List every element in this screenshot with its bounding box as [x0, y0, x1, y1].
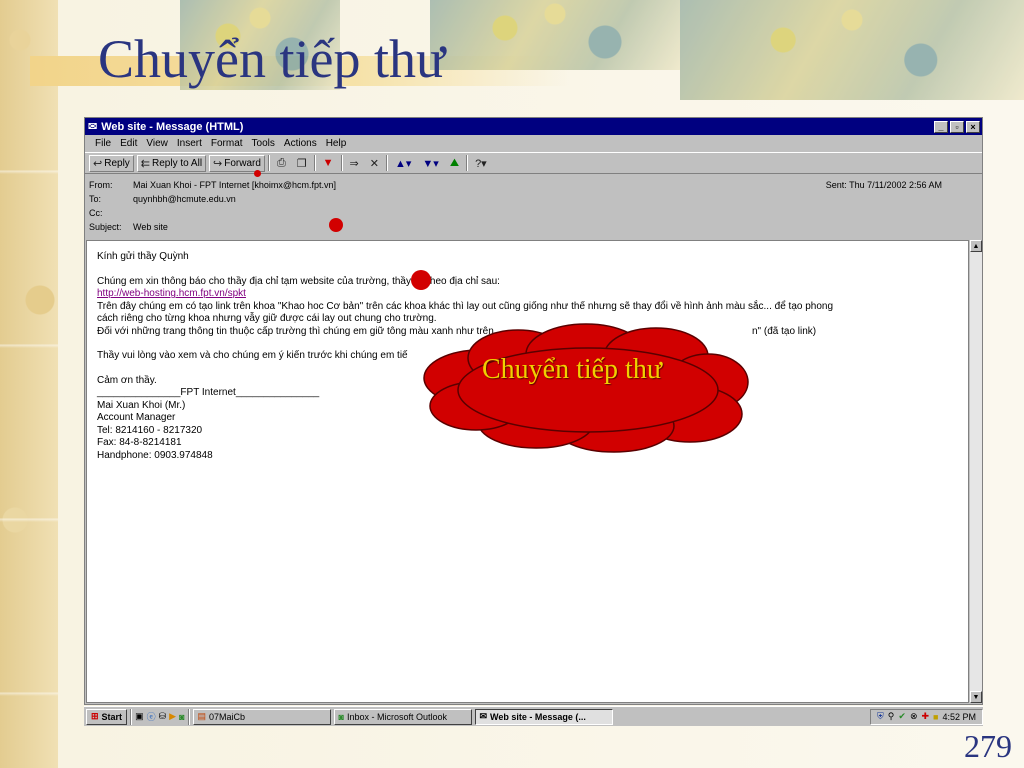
annotation-dot	[329, 218, 343, 232]
message-body[interactable]: Kính gửi thầy Quỳnh Chúng em xin thông b…	[86, 240, 969, 703]
task-07maicb[interactable]: ▤ 07MaiCb	[192, 708, 331, 725]
from-value: Mai Xuan Khoi - FPT Internet [khoimx@hcm…	[133, 180, 337, 190]
vertical-scrollbar[interactable]: ▲ ▼	[969, 240, 982, 703]
to-value: quynhbh@hcmute.edu.vn	[133, 194, 236, 204]
website-link[interactable]: http://web-hosting.hcm.fpt.vn/spkt	[97, 288, 958, 301]
forward-button[interactable]: ↪ Forward	[209, 154, 265, 172]
quick-launch-ie-icon[interactable]: ⓔ	[147, 710, 156, 723]
reply-all-button[interactable]: ⇇ Reply to All	[136, 154, 207, 172]
callout-cloud: Chuyển tiếp thư	[418, 322, 756, 454]
scroll-up-arrow[interactable]: ▲	[970, 240, 982, 252]
minimize-button[interactable]: _	[934, 120, 948, 133]
window-title: Web site - Message (HTML)	[101, 120, 244, 133]
window-titlebar[interactable]: ✉ Web site - Message (HTML) _ ▫ ×	[85, 118, 982, 135]
windows-taskbar: ⊞ Start ▣ ⓔ ⛁ ▶ ◙ ▤ 07MaiCb ◙ Inbox - Mi…	[84, 706, 983, 726]
down-arrow-icon: ▼▾	[422, 157, 439, 170]
subject-value: Web site	[133, 222, 168, 232]
reply-icon: ↩	[93, 157, 103, 170]
flower-decoration	[430, 0, 680, 70]
cloud-shape	[423, 323, 749, 453]
system-tray: ⛨ ⚲ ✔ ⊗ ✚ ■ 4:52 PM	[870, 708, 983, 725]
move-to-folder-button[interactable]: ⇒	[346, 155, 363, 172]
help-icon: ?▾	[475, 157, 487, 170]
antivirus-icon[interactable]: ⛨	[877, 711, 884, 722]
greeting: Kính gửi thầy Quỳnh	[97, 251, 189, 262]
address-book-icon: ⛰	[449, 156, 460, 169]
tray-app-icon[interactable]: ■	[933, 712, 938, 722]
reply-button[interactable]: ↩ Reply	[89, 154, 134, 172]
maximize-button[interactable]: ▫	[950, 120, 964, 133]
subject-label: Subject:	[89, 222, 122, 232]
toolbar: ↩ Reply ⇇ Reply to All ↪ Forward ⎙ ❐ ▼ ⇒…	[85, 152, 982, 174]
cc-label: Cc:	[89, 208, 103, 218]
toolbar-separator	[466, 155, 469, 171]
delete-icon: ✕	[369, 157, 379, 170]
menu-actions[interactable]: Actions	[284, 138, 317, 149]
toolbar-separator	[313, 155, 316, 171]
from-label: From:	[89, 180, 113, 190]
callout-text: Chuyển tiếp thư	[481, 354, 663, 385]
network-icon[interactable]: ⚲	[888, 711, 895, 722]
up-arrow-icon: ▲▾	[394, 157, 412, 170]
envelope-icon: ✉	[479, 711, 488, 721]
next-item-button[interactable]: ▼▾	[418, 155, 442, 172]
previous-item-button[interactable]: ▲▾	[391, 155, 415, 172]
copy-button[interactable]: ❐	[293, 155, 311, 172]
menu-format[interactable]: Format	[211, 138, 243, 149]
menu-tools[interactable]: Tools	[252, 138, 275, 149]
close-button[interactable]: ×	[966, 120, 980, 133]
printer-icon: ⎙	[276, 156, 286, 169]
flag-button[interactable]: ▼	[319, 155, 338, 171]
toolbar-separator	[340, 155, 343, 171]
help-button[interactable]: ?▾	[471, 155, 491, 172]
annotation-dot	[254, 170, 261, 177]
page-number: 279	[964, 728, 1012, 764]
quick-launch-desktop-icon[interactable]: ▣	[135, 711, 144, 722]
toolbar-separator	[385, 155, 388, 171]
copy-icon: ❐	[296, 157, 307, 170]
to-label: To:	[89, 194, 102, 204]
clock: 4:52 PM	[942, 711, 976, 722]
tray-app-icon[interactable]: ⊗	[910, 711, 918, 722]
body-line: Trên đây chúng em có tạo link trên khoa …	[97, 300, 834, 312]
forward-icon: ↪	[213, 157, 223, 170]
envelope-icon: ✉	[88, 121, 98, 133]
outlook-icon: ◙	[338, 711, 344, 722]
reply-all-icon: ⇇	[140, 157, 151, 170]
menu-insert[interactable]: Insert	[177, 138, 202, 149]
start-button[interactable]: ⊞ Start	[86, 708, 128, 725]
quick-launch-outlook-icon[interactable]: ◙	[179, 712, 184, 722]
annotation-dot	[411, 270, 431, 290]
task-web-site-message[interactable]: ✉ Web site - Message (...	[474, 708, 613, 725]
menu-bar: File Edit View Insert Format Tools Actio…	[85, 135, 982, 152]
body-line-tail: n" (đã tạo link)	[752, 325, 817, 337]
taskbar-separator	[187, 708, 190, 725]
sent-date: Sent: Thu 7/11/2002 2:56 AM	[825, 180, 942, 190]
menu-view[interactable]: View	[146, 138, 168, 149]
menu-help[interactable]: Help	[326, 138, 347, 149]
quick-launch-media-icon[interactable]: ▶	[169, 711, 176, 722]
slide-title: Chuyển tiếp thư	[98, 29, 446, 89]
flag-icon: ▼	[322, 157, 334, 169]
body-line: Chúng em xin thông báo cho thầy địa chỉ …	[97, 275, 500, 287]
menu-edit[interactable]: Edit	[120, 138, 137, 149]
powerpoint-icon: ▤	[197, 711, 207, 721]
address-book-button[interactable]: ⛰	[446, 155, 463, 172]
tray-app-icon[interactable]: ✔	[898, 711, 906, 722]
flower-decoration	[680, 0, 1024, 100]
delete-button[interactable]: ✕	[366, 155, 383, 172]
scroll-down-arrow[interactable]: ▼	[970, 691, 982, 703]
parchment-border	[0, 0, 58, 768]
print-button[interactable]: ⎙	[273, 155, 290, 172]
windows-logo-icon: ⊞	[91, 711, 99, 721]
toolbar-separator	[267, 155, 270, 171]
menu-file[interactable]: File	[95, 138, 111, 149]
task-inbox-outlook[interactable]: ◙ Inbox - Microsoft Outlook	[333, 708, 472, 725]
message-headers: From: Mai Xuan Khoi - FPT Internet [khoi…	[85, 174, 982, 232]
move-folder-icon: ⇒	[349, 157, 359, 170]
tray-app-icon[interactable]: ✚	[921, 711, 929, 722]
quick-launch-explorer-icon[interactable]: ⛁	[159, 711, 167, 722]
taskbar-separator	[130, 708, 133, 725]
